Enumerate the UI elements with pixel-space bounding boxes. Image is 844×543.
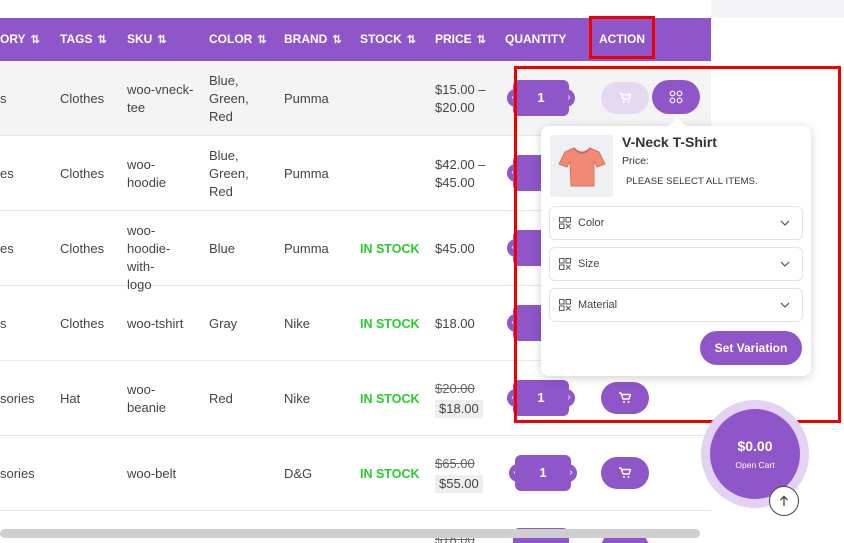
sort-icon[interactable]: ⇅ (407, 19, 416, 62)
table-row: sories woo-belt D&G IN STOCK $65.00 $55.… (0, 436, 711, 511)
cart-icon (619, 467, 632, 478)
action-column-highlight (589, 16, 655, 59)
category-cell: sories (0, 391, 35, 406)
brand-cell: Nike (284, 316, 311, 331)
color-cell: Gray (209, 316, 238, 331)
horizontal-scrollbar[interactable] (0, 529, 700, 538)
header-brand[interactable]: BRAND ⇅ (284, 18, 342, 61)
sku-cell: woo-belt (127, 466, 177, 481)
header-category[interactable]: ORY ⇅ (0, 18, 40, 61)
header-price[interactable]: PRICE ⇅ (435, 18, 486, 61)
color-cell: Blue, Green, Red (209, 148, 249, 199)
brand-cell: Pumma (284, 241, 329, 256)
sku-cell: woo-tshirt (127, 316, 184, 331)
cart-total: $0.00 (737, 438, 773, 454)
category-cell: s (0, 316, 7, 331)
sale-price: $18.00 (435, 400, 483, 418)
stock-status: IN STOCK (360, 392, 420, 406)
regular-price: $65.00 (435, 456, 475, 471)
tags-cell: Clothes (60, 166, 105, 181)
header-tags[interactable]: TAGS ⇅ (60, 18, 107, 61)
brand-cell: D&G (284, 466, 313, 481)
sort-icon[interactable]: ⇅ (157, 19, 166, 62)
arrow-up-icon (780, 495, 788, 506)
add-to-cart-button[interactable] (601, 457, 649, 489)
category-cell: es (0, 166, 14, 181)
sort-icon[interactable]: ⇅ (332, 19, 341, 62)
quantity-stepper[interactable]: ‹ 1 › (509, 455, 577, 491)
stock-status: IN STOCK (360, 242, 420, 256)
color-cell: Red (209, 391, 233, 406)
regular-price: $20.00 (435, 381, 475, 396)
table-row: $18.00 (0, 511, 711, 543)
price-cell: $20.00 $18.00 (435, 380, 483, 418)
sku-cell: woo-hoodie (127, 157, 167, 190)
sku-cell: woo-beanie (127, 382, 167, 415)
header-quantity: QUANTITY (505, 32, 567, 46)
category-cell: es (0, 241, 14, 256)
category-cell: sories (0, 466, 35, 481)
header-stock[interactable]: STOCK ⇅ (360, 18, 416, 61)
header-color[interactable]: COLOR ⇅ (209, 18, 267, 61)
tags-cell: Clothes (60, 91, 105, 106)
quantity-value[interactable]: 1 (515, 455, 571, 491)
brand-cell: Pumma (284, 91, 329, 106)
cart-label: Open Cart (735, 460, 775, 470)
brand-cell: Pumma (284, 166, 329, 181)
price-cell: $65.00 $55.00 (435, 455, 483, 493)
sku-cell: woo-hoodie-with-logo (127, 223, 171, 292)
sort-icon[interactable]: ⇅ (31, 19, 40, 62)
price-cell: $45.00 (435, 241, 475, 256)
stock-status: IN STOCK (360, 467, 420, 481)
category-cell: s (0, 91, 7, 106)
popup-highlight (514, 66, 841, 423)
tags-cell: Hat (60, 391, 81, 406)
chevron-right-icon[interactable]: › (565, 464, 577, 482)
color-cell: Blue (209, 241, 236, 256)
price-cell: $42.00 – $45.00 (435, 157, 486, 190)
sort-icon[interactable]: ⇅ (257, 19, 266, 62)
color-cell: Blue, Green, Red (209, 73, 249, 124)
sort-icon[interactable]: ⇅ (477, 19, 486, 62)
header-sku[interactable]: SKU ⇅ (127, 18, 167, 61)
sku-cell: woo-vneck-tee (127, 82, 194, 115)
brand-cell: Nike (284, 391, 311, 406)
price-cell: $18.00 (435, 316, 475, 331)
tags-cell: Clothes (60, 241, 105, 256)
sale-price: $55.00 (435, 475, 483, 493)
sort-icon[interactable]: ⇅ (97, 19, 106, 62)
stock-status: IN STOCK (360, 317, 420, 331)
price-cell: $15.00 – $20.00 (435, 82, 486, 115)
scroll-to-top-button[interactable] (769, 486, 799, 516)
tags-cell: Clothes (60, 316, 105, 331)
